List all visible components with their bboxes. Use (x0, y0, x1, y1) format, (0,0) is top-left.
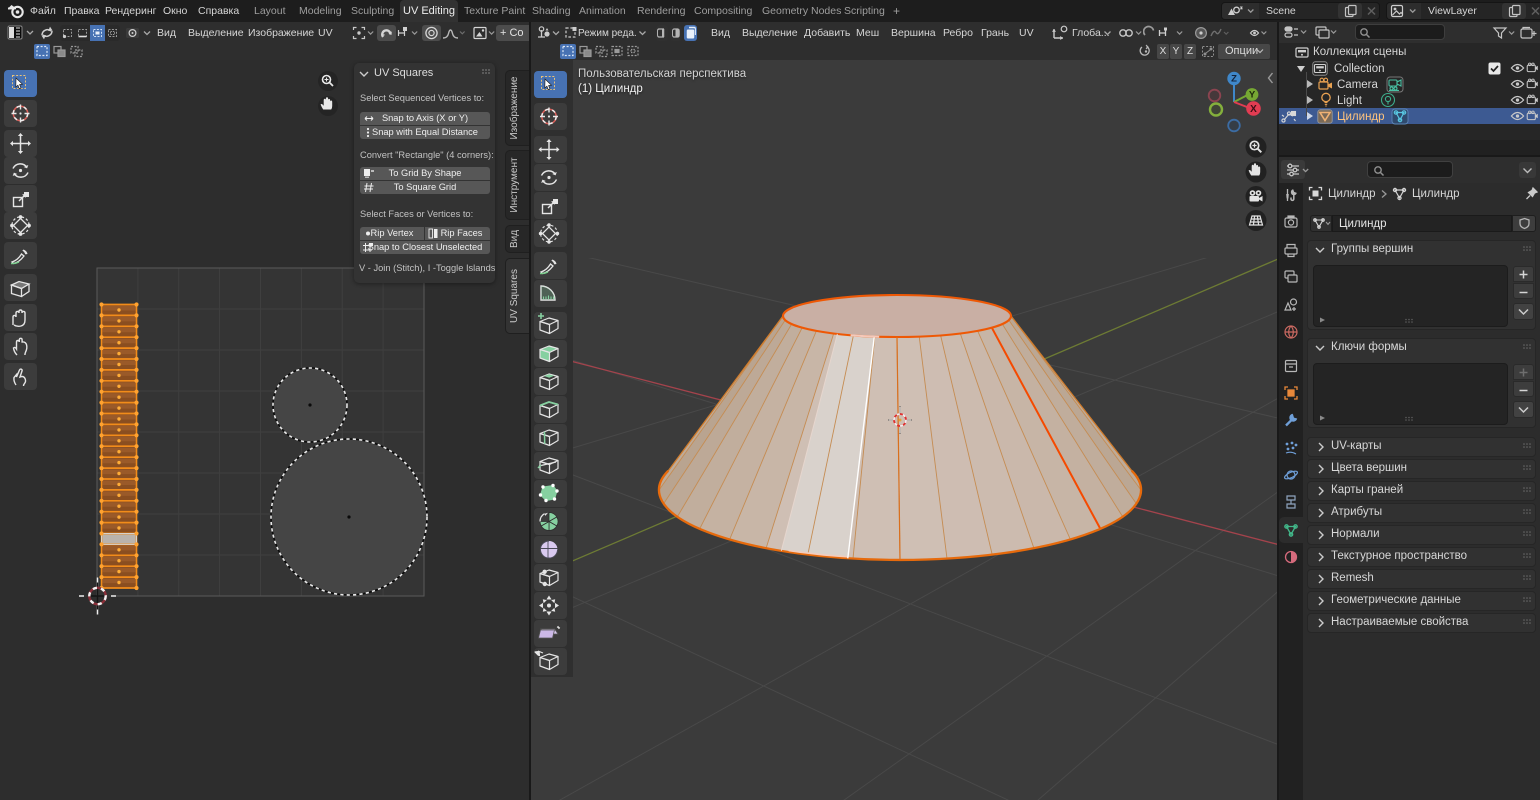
svg-text:Z: Z (1231, 74, 1237, 85)
svg-text:Y: Y (1249, 90, 1256, 101)
svg-text:X: X (1250, 104, 1257, 115)
